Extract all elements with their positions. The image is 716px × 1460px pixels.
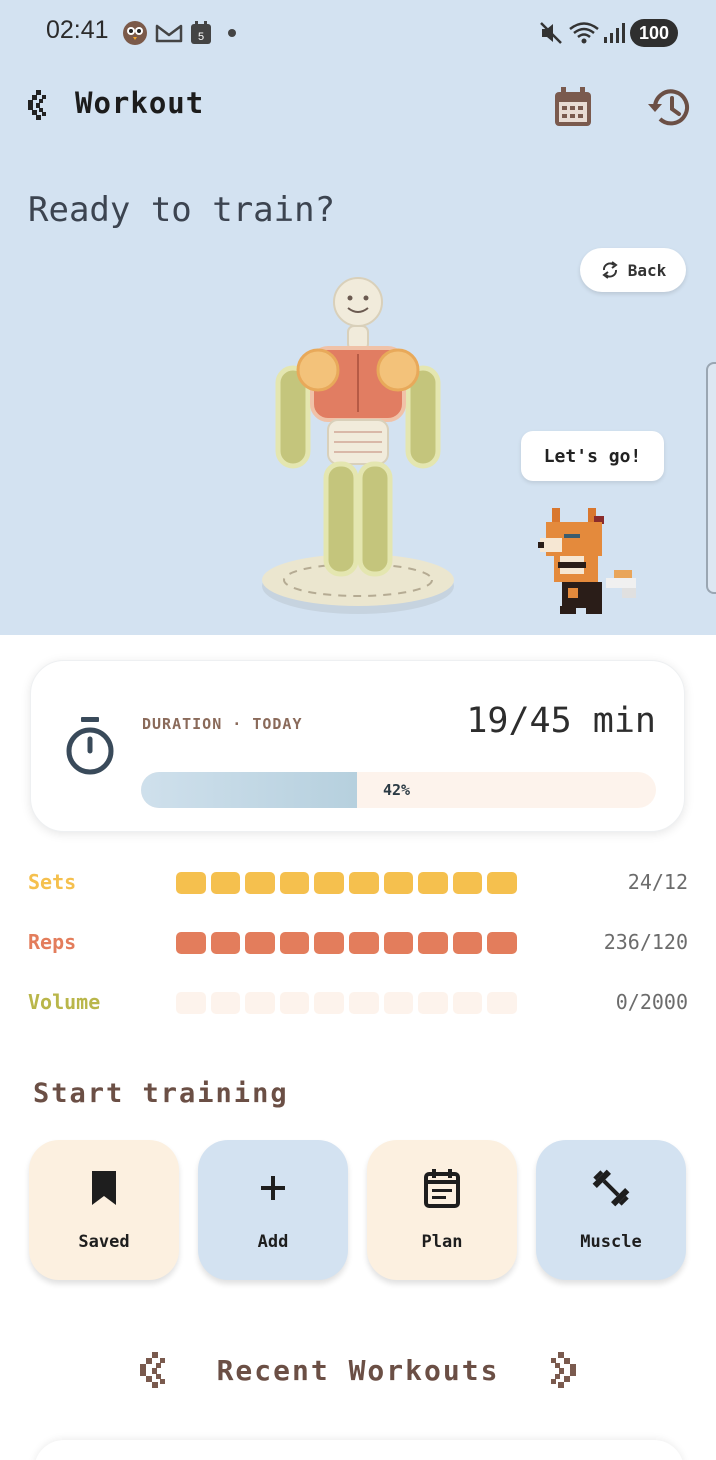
stat-block-filled	[418, 932, 448, 954]
battery-badge: 100	[630, 19, 678, 47]
stat-block-filled	[210, 932, 241, 954]
stat-blocks	[176, 932, 517, 954]
stat-name: Reps	[28, 930, 77, 954]
wifi-icon	[569, 22, 599, 44]
stat-value: 24/12	[627, 870, 688, 894]
stat-block-filled	[383, 932, 414, 954]
hero-area: 02:41 5 100 Workout Ready to train? Back…	[0, 0, 716, 635]
stat-block-empty	[279, 992, 310, 1014]
stat-block-filled	[314, 932, 344, 954]
stat-block-filled	[245, 932, 275, 954]
clipboard-icon	[424, 1169, 460, 1208]
stat-row-volume: Volume 0/2000	[28, 988, 688, 1018]
history-icon[interactable]	[646, 86, 692, 130]
stat-name: Sets	[28, 870, 77, 894]
gmail-icon	[155, 24, 183, 43]
tile-label: Muscle	[580, 1232, 642, 1252]
owl-app-icon	[123, 21, 147, 45]
add-tile-button[interactable]: Add	[198, 1140, 348, 1280]
more-notifications-dot	[228, 29, 236, 37]
recent-workout-card[interactable]	[34, 1440, 684, 1460]
page-title: Workout	[75, 86, 205, 120]
stat-block-filled	[452, 872, 483, 894]
stat-block-filled	[279, 872, 310, 894]
stat-block-filled	[314, 872, 344, 894]
stat-block-filled	[487, 932, 517, 954]
stat-block-empty	[245, 992, 275, 1014]
dumbbell-icon	[592, 1169, 630, 1207]
stat-row-sets: Sets 24/12	[28, 868, 688, 898]
tile-label: Add	[257, 1232, 289, 1252]
stat-block-filled	[176, 932, 206, 954]
stat-value: 0/2000	[615, 990, 688, 1014]
tile-label: Saved	[78, 1232, 130, 1252]
stat-block-empty	[487, 992, 517, 1014]
muscle-body-figure[interactable]	[256, 272, 460, 618]
svg-text:5: 5	[198, 31, 204, 43]
duration-label: DURATION · TODAY	[142, 715, 303, 733]
side-drawer-handle[interactable]	[706, 362, 716, 594]
body-back-toggle-button[interactable]: Back	[580, 248, 686, 292]
status-time: 02:41	[46, 16, 109, 44]
stat-block-empty	[383, 992, 414, 1014]
back-pill-label: Back	[627, 260, 667, 280]
stat-block-empty	[314, 992, 344, 1014]
stat-block-filled	[279, 932, 310, 954]
stat-block-filled	[348, 932, 379, 954]
stat-block-empty	[176, 992, 206, 1014]
muscle-tile-button[interactable]: Muscle	[536, 1140, 686, 1280]
stat-blocks	[176, 872, 517, 894]
stat-value: 236/120	[603, 930, 688, 954]
stat-block-empty	[452, 992, 483, 1014]
calendar-notification-icon: 5	[191, 21, 211, 44]
recent-next-chevron-icon[interactable]	[544, 1350, 584, 1394]
fox-mascot[interactable]	[538, 506, 644, 616]
recent-workouts-title: Recent Workouts	[216, 1354, 500, 1387]
stat-block-empty	[348, 992, 379, 1014]
stat-block-filled	[418, 872, 448, 894]
stat-block-filled	[245, 872, 275, 894]
plan-tile-button[interactable]: Plan	[367, 1140, 517, 1280]
stat-block-filled	[383, 872, 414, 894]
stat-block-empty	[418, 992, 448, 1014]
duration-progress-fill	[141, 772, 358, 808]
status-bar: 02:41 5 100	[0, 0, 716, 66]
saved-tile-button[interactable]: Saved	[29, 1140, 179, 1280]
stat-blocks	[176, 992, 517, 1014]
rotate-icon	[602, 261, 618, 279]
speech-bubble: Let's go!	[521, 431, 664, 481]
back-chevron-icon[interactable]	[22, 88, 52, 124]
stat-block-empty	[210, 992, 241, 1014]
stat-block-filled	[176, 872, 206, 894]
calendar-icon[interactable]	[552, 86, 594, 128]
signal-icon	[604, 23, 625, 43]
greeting-text: Ready to train?	[28, 190, 336, 230]
stat-block-filled	[487, 872, 517, 894]
bookmark-icon	[92, 1171, 116, 1205]
stat-block-filled	[348, 872, 379, 894]
tile-label: Plan	[421, 1232, 463, 1252]
mute-icon	[540, 22, 562, 44]
duration-card: DURATION · TODAY 19/45 min 42%	[30, 660, 685, 832]
plus-icon	[261, 1176, 285, 1200]
stat-block-filled	[452, 932, 483, 954]
duration-progress-bar: 42%	[141, 772, 656, 808]
stat-block-filled	[210, 872, 241, 894]
stat-name: Volume	[28, 990, 101, 1014]
duration-progress-label: 42%	[383, 781, 411, 799]
stat-row-reps: Reps 236/120	[28, 928, 688, 958]
duration-value: 19/45 min	[466, 701, 656, 741]
stopwatch-icon	[66, 717, 114, 775]
start-training-title: Start training	[33, 1078, 289, 1109]
